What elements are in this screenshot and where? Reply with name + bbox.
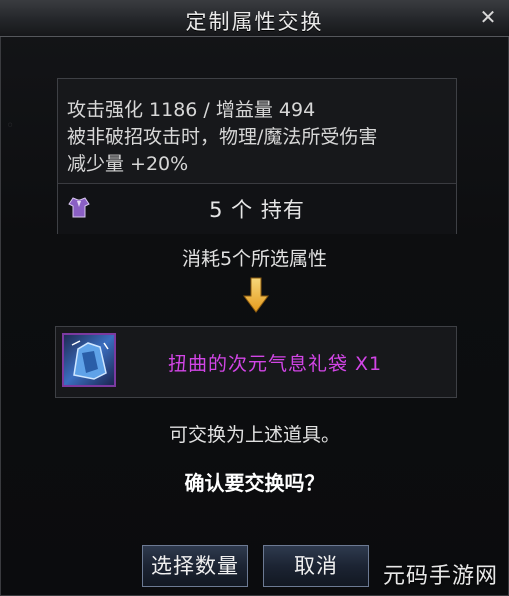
watermark: 元码手游网 — [383, 564, 499, 589]
gift-bag-icon[interactable] — [62, 333, 116, 387]
owned-row: 5 个 持有 — [58, 183, 456, 234]
confirm-question: 确认要交换吗？ — [184, 471, 325, 495]
attribute-line-2: 被非破招攻击时，物理/魔法所受伤害 — [67, 126, 378, 148]
arrow-down-icon — [243, 277, 269, 313]
attribute-line-1: 攻击强化 1186 / 增益量 494 — [67, 99, 316, 121]
dialog-title: 定制属性交换 — [185, 10, 324, 34]
consume-text: 消耗5个所选属性 — [181, 248, 328, 270]
title-bar: 定制属性交换 ✕ — [0, 0, 509, 37]
exchange-dialog: 定制属性交换 ✕ ◦ 攻击强化 1186 / 增益量 494 被非破招攻击时，物… — [0, 0, 509, 596]
attribute-description: 攻击强化 1186 / 增益量 494 被非破招攻击时，物理/魔法所受伤害 减少… — [67, 97, 452, 178]
exchangeable-text: 可交换为上述道具。 — [168, 424, 340, 446]
select-quantity-button[interactable]: 选择数量 — [142, 545, 248, 587]
owned-count: 5 个 持有 — [209, 198, 305, 222]
background-residue: ◦ — [6, 118, 15, 134]
reward-item-box: 扭曲的次元气息礼袋 X1 — [55, 326, 457, 398]
close-icon[interactable]: ✕ — [477, 6, 499, 28]
attribute-info-box: 攻击强化 1186 / 增益量 494 被非破招攻击时，物理/魔法所受伤害 减少… — [57, 78, 457, 234]
attribute-line-3: 减少量 +20% — [67, 153, 189, 175]
cancel-button[interactable]: 取消 — [263, 545, 369, 587]
reward-item-name: 扭曲的次元气息礼袋 X1 — [168, 353, 383, 375]
